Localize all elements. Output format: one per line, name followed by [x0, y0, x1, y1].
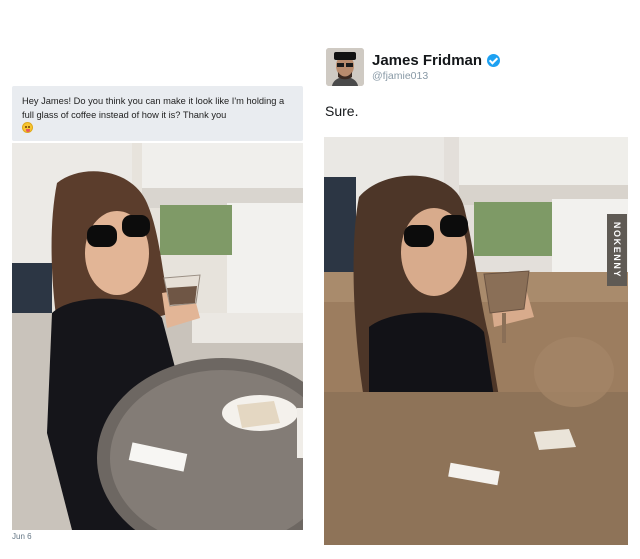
profile-display-name[interactable]: James Fridman — [372, 52, 482, 69]
reply-text: Sure. — [325, 103, 359, 119]
tongue-smiley-emoji-icon — [22, 122, 33, 133]
verified-badge-icon — [487, 54, 500, 67]
watermark-text: NOKENNY — [612, 221, 622, 279]
original-photo — [12, 143, 303, 530]
tweet-date: Jun 6 — [12, 532, 32, 541]
request-message-text: Hey James! Do you think you can make it … — [22, 96, 285, 120]
avatar[interactable] — [326, 48, 364, 86]
watermark: NOKENNY — [607, 214, 627, 286]
profile-handle[interactable]: @fjamie013 — [372, 70, 428, 82]
edited-photo — [324, 137, 628, 545]
request-message-card: Hey James! Do you think you can make it … — [12, 86, 303, 141]
